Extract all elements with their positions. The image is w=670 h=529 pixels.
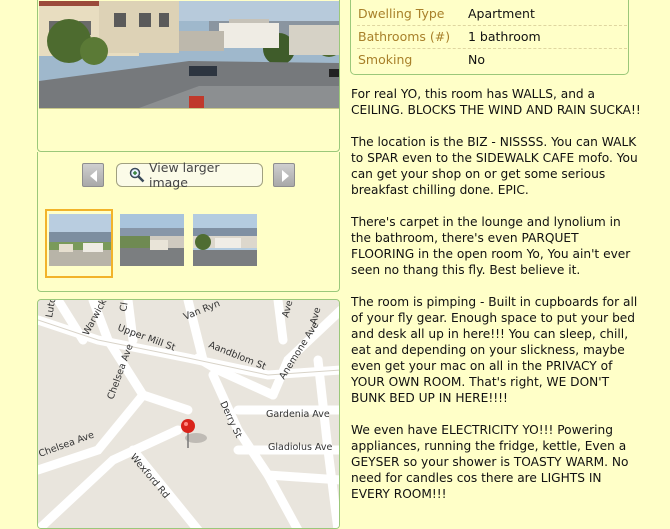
previous-image-button[interactable] (82, 163, 104, 187)
main-photo-panel (37, 0, 340, 152)
description-paragraph: There's carpet in the lounge and lynoliu… (351, 215, 631, 277)
description-paragraph: For real YO, this room has WALLS, and a … (351, 87, 641, 117)
property-details-table: Dwelling Type Apartment Bathrooms (#) 1 … (350, 0, 629, 75)
listing-description: For real YO, this room has WALLS, and a … (351, 86, 641, 518)
detail-row: Dwelling Type Apartment (357, 3, 627, 26)
thumbnail-3[interactable] (193, 214, 257, 266)
main-photo[interactable] (39, 1, 339, 109)
detail-value: Apartment (468, 6, 535, 21)
detail-key: Bathrooms (#) (358, 29, 451, 44)
thumbnail-2[interactable] (120, 214, 184, 266)
detail-key: Smoking (358, 52, 413, 67)
detail-row: Bathrooms (#) 1 bathroom (357, 26, 627, 49)
chevron-right-icon (282, 170, 289, 182)
view-larger-image-button[interactable]: View larger image (116, 160, 263, 190)
location-map[interactable]: Luton Warwick Upper Mill St Van Ryn Ave … (37, 299, 340, 529)
thumbnail-1[interactable] (45, 209, 113, 278)
magnifier-icon (129, 167, 145, 183)
detail-row: Smoking No (357, 49, 627, 71)
detail-key: Dwelling Type (358, 6, 445, 21)
chevron-left-icon (90, 170, 97, 182)
street-label: Cl (118, 301, 130, 312)
next-image-button[interactable] (273, 163, 295, 187)
view-larger-image-label: View larger image (149, 160, 220, 190)
description-paragraph: The location is the BIZ - NISSSS. You ca… (351, 135, 638, 197)
detail-value: 1 bathroom (468, 29, 541, 44)
description-paragraph: The room is pimping - Built in cupboards… (351, 295, 638, 405)
street-label: Gladiolus Ave (268, 442, 332, 453)
description-paragraph: We even have ELECTRICITY YO!!! Powering … (351, 423, 629, 501)
street-label: Gardenia Ave (266, 409, 330, 420)
detail-value: No (468, 52, 485, 67)
